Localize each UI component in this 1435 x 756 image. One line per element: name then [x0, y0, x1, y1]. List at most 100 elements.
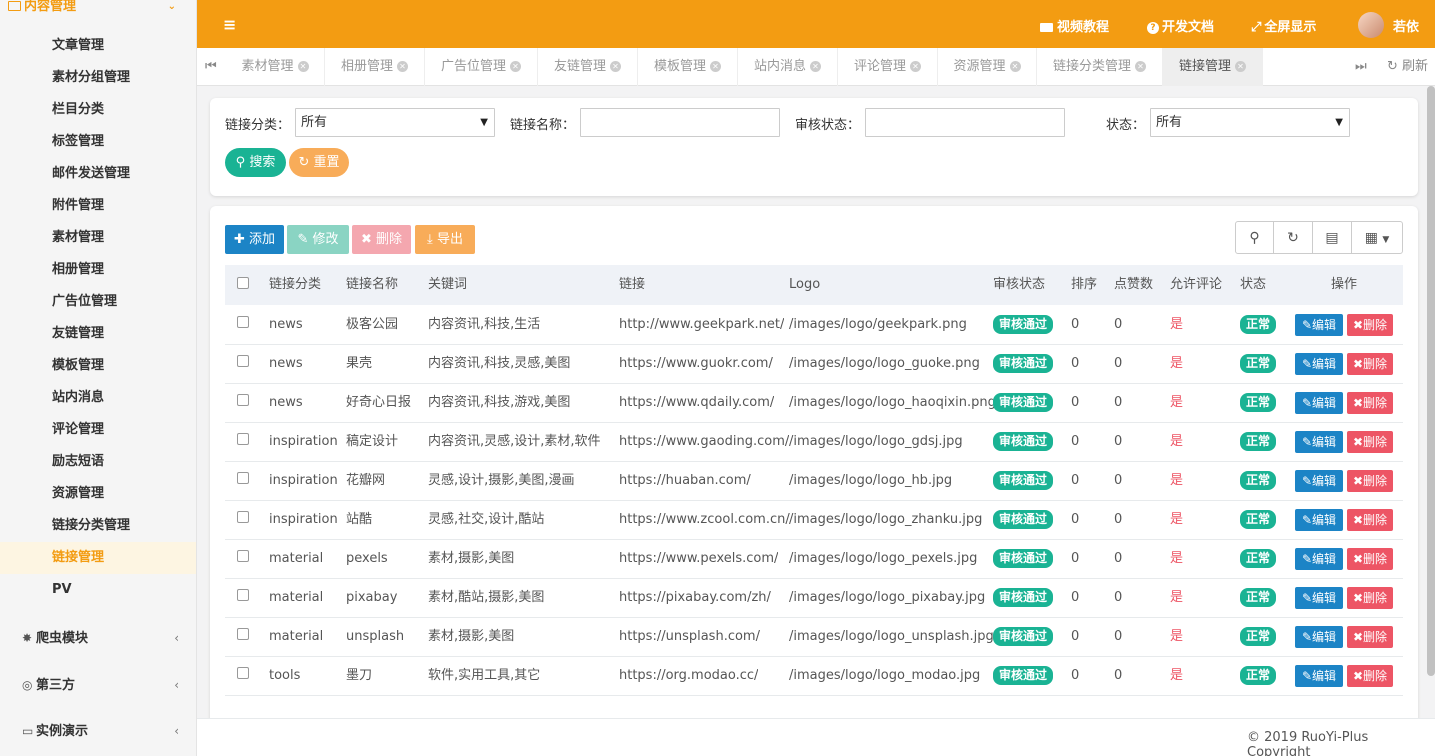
tab[interactable]: 模板管理 ✕ — [638, 48, 738, 86]
column-header[interactable]: 允许评论 — [1170, 265, 1222, 305]
close-icon[interactable]: ✕ — [397, 61, 408, 72]
row-delete-button[interactable]: ✖删除 — [1347, 470, 1393, 492]
row-edit-button[interactable]: ✎编辑 — [1295, 587, 1343, 609]
video-tutorial-link[interactable]: 视频教程 — [1040, 16, 1109, 35]
sidebar-item[interactable]: 链接分类管理 — [0, 510, 196, 542]
row-delete-button[interactable]: ✖删除 — [1347, 392, 1393, 414]
row-delete-button[interactable]: ✖删除 — [1347, 548, 1393, 570]
sidebar-item[interactable]: 文章管理 — [0, 30, 196, 62]
tab[interactable]: 资源管理 ✕ — [938, 48, 1037, 86]
refresh-table-button[interactable]: ↻ — [1273, 221, 1313, 254]
tab[interactable]: 链接分类管理 ✕ — [1037, 48, 1163, 86]
reset-button[interactable]: ↻ 重置 — [289, 148, 349, 177]
close-icon[interactable]: ✕ — [1135, 61, 1146, 72]
row-checkbox[interactable] — [237, 394, 249, 406]
fullscreen-link[interactable]: ⤢ 全屏显示 — [1251, 16, 1316, 35]
tab[interactable]: 链接管理 ✕ — [1163, 48, 1263, 86]
sidebar-item[interactable]: 评论管理 — [0, 414, 196, 446]
sidebar-item[interactable]: PV — [0, 574, 196, 606]
close-icon[interactable]: ✕ — [510, 61, 521, 72]
toggle-view-button[interactable]: ▤ — [1312, 221, 1352, 254]
tab[interactable]: 素材管理 ✕ — [226, 48, 325, 86]
row-edit-button[interactable]: ✎编辑 — [1295, 626, 1343, 648]
row-checkbox[interactable] — [237, 316, 249, 328]
row-edit-button[interactable]: ✎编辑 — [1295, 665, 1343, 687]
sidebar-item[interactable]: 素材管理 — [0, 222, 196, 254]
row-edit-button[interactable]: ✎编辑 — [1295, 470, 1343, 492]
row-checkbox[interactable] — [237, 589, 249, 601]
column-header[interactable]: 链接分类 — [269, 265, 321, 305]
sidebar-item[interactable]: 相册管理 — [0, 254, 196, 286]
edit-button[interactable]: ✎ 修改 — [287, 225, 349, 254]
row-checkbox[interactable] — [237, 355, 249, 367]
row-edit-button[interactable]: ✎编辑 — [1295, 509, 1343, 531]
sidebar-item[interactable]: 友链管理 — [0, 318, 196, 350]
avatar[interactable] — [1358, 12, 1384, 38]
close-icon[interactable]: ✕ — [910, 61, 921, 72]
row-edit-button[interactable]: ✎编辑 — [1295, 314, 1343, 336]
column-header[interactable]: 状态 — [1240, 265, 1266, 305]
row-checkbox[interactable] — [237, 472, 249, 484]
tab[interactable]: 友链管理 ✕ — [538, 48, 638, 86]
row-delete-button[interactable]: ✖删除 — [1347, 626, 1393, 648]
sidebar-section-content[interactable]: 内容管理 ⌄ — [0, 0, 196, 16]
row-checkbox[interactable] — [237, 628, 249, 640]
tab[interactable]: 相册管理 ✕ — [325, 48, 425, 86]
sidebar-item[interactable]: 励志短语 — [0, 446, 196, 478]
tab[interactable]: 站内消息 ✕ — [738, 48, 838, 86]
column-header[interactable]: 链接名称 — [346, 265, 398, 305]
tab-refresh-button[interactable]: ↻ 刷新 — [1387, 48, 1428, 86]
close-icon[interactable]: ✕ — [1235, 61, 1246, 72]
export-button[interactable]: ⤓ 导出 — [415, 225, 475, 254]
toggle-search-button[interactable]: ⚲ — [1235, 221, 1274, 254]
tab-scroll-left-icon[interactable]: ⏮ — [205, 48, 217, 86]
close-icon[interactable]: ✕ — [610, 61, 621, 72]
sidebar-item[interactable]: 素材分组管理 — [0, 62, 196, 94]
column-header[interactable]: 关键词 — [428, 265, 467, 305]
column-header[interactable]: 点赞数 — [1114, 265, 1153, 305]
close-icon[interactable]: ✕ — [710, 61, 721, 72]
row-edit-button[interactable]: ✎编辑 — [1295, 392, 1343, 414]
sidebar-item[interactable]: 资源管理 — [0, 478, 196, 510]
columns-dropdown-button[interactable]: ▦ ▼ — [1351, 221, 1403, 254]
sidebar-item[interactable]: 附件管理 — [0, 190, 196, 222]
delete-button[interactable]: ✖ 删除 — [352, 225, 411, 254]
dev-docs-link[interactable]: ? 开发文档 — [1147, 16, 1214, 35]
add-button[interactable]: ✚ 添加 — [225, 225, 284, 254]
sidebar-group[interactable]: ▭ 实例演示 ‹ — [0, 711, 196, 751]
tab[interactable]: 评论管理 ✕ — [838, 48, 938, 86]
link-name-input[interactable] — [580, 108, 780, 137]
row-edit-button[interactable]: ✎编辑 — [1295, 431, 1343, 453]
search-button[interactable]: ⚲ 搜索 — [225, 148, 286, 177]
column-header[interactable]: 排序 — [1071, 265, 1097, 305]
sidebar-group[interactable]: ✸ 爬虫模块 ‹ — [0, 618, 196, 658]
row-checkbox[interactable] — [237, 433, 249, 445]
row-delete-button[interactable]: ✖删除 — [1347, 509, 1393, 531]
row-delete-button[interactable]: ✖删除 — [1347, 314, 1393, 336]
column-header[interactable]: 操作 — [1294, 265, 1394, 305]
sidebar-item[interactable]: 邮件发送管理 — [0, 158, 196, 190]
sidebar-item[interactable]: 栏目分类 — [0, 94, 196, 126]
column-header[interactable]: 链接 — [619, 265, 645, 305]
row-edit-button[interactable]: ✎编辑 — [1295, 353, 1343, 375]
select-all-checkbox[interactable] — [237, 277, 249, 289]
close-icon[interactable]: ✕ — [297, 61, 309, 72]
audit-status-input[interactable] — [865, 108, 1065, 137]
sidebar-item[interactable]: 链接管理 — [0, 542, 196, 574]
sidebar-item[interactable]: 标签管理 — [0, 126, 196, 158]
row-delete-button[interactable]: ✖删除 — [1347, 353, 1393, 375]
hamburger-menu-icon[interactable]: ≡ — [223, 15, 236, 34]
row-checkbox[interactable] — [237, 550, 249, 562]
sidebar-group[interactable]: ◎ 第三方 ‹ — [0, 665, 196, 705]
sidebar-item[interactable]: 广告位管理 — [0, 286, 196, 318]
row-delete-button[interactable]: ✖删除 — [1347, 665, 1393, 687]
row-delete-button[interactable]: ✖删除 — [1347, 587, 1393, 609]
sidebar-item[interactable]: 站内消息 — [0, 382, 196, 414]
close-icon[interactable]: ✕ — [1009, 61, 1021, 72]
row-delete-button[interactable]: ✖删除 — [1347, 431, 1393, 453]
sidebar-item[interactable]: 模板管理 — [0, 350, 196, 382]
category-select[interactable]: 所有 ▼ — [295, 108, 495, 137]
tab[interactable]: 广告位管理 ✕ — [425, 48, 538, 86]
tab-scroll-right-icon[interactable]: ⏭ — [1355, 48, 1367, 86]
user-name[interactable]: 若依 — [1393, 16, 1419, 35]
